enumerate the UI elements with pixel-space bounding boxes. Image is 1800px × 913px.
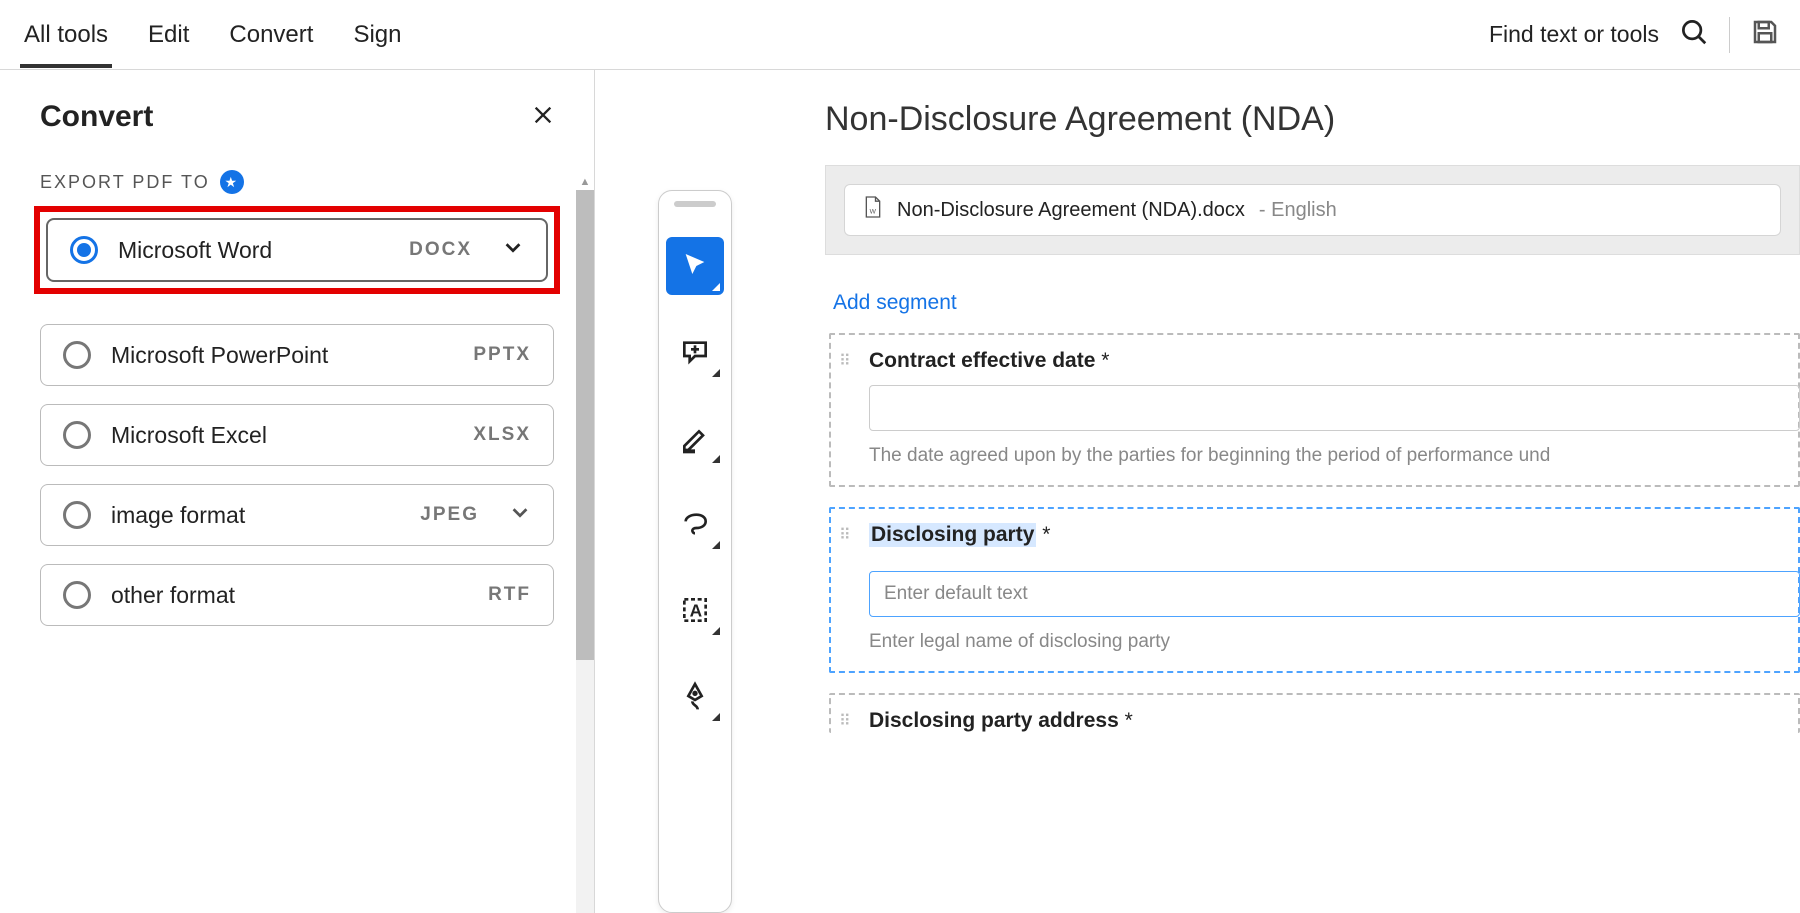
export-option-powerpoint[interactable]: Microsoft PowerPoint PPTX <box>40 324 554 386</box>
lasso-tool-button[interactable] <box>666 495 724 553</box>
export-option-label: Microsoft Excel <box>111 422 453 449</box>
scrollbar-up-arrow-icon[interactable]: ▲ <box>576 174 594 190</box>
panel-scrollbar[interactable]: ▲ <box>576 190 594 913</box>
document-title: Non-Disclosure Agreement (NDA) <box>825 100 1800 139</box>
export-option-label: image format <box>111 502 400 529</box>
cursor-tool-button[interactable] <box>666 237 724 295</box>
chevron-down-icon[interactable] <box>502 236 524 264</box>
radio-unselected-icon <box>63 501 91 529</box>
document-filename: Non-Disclosure Agreement (NDA).docx <box>897 199 1245 222</box>
document-file-bar[interactable]: W Non-Disclosure Agreement (NDA).docx - … <box>844 184 1781 236</box>
export-option-ext: XLSX <box>473 424 531 446</box>
export-option-excel[interactable]: Microsoft Excel XLSX <box>40 404 554 466</box>
radio-unselected-icon <box>63 341 91 369</box>
export-option-ext: PPTX <box>473 344 531 366</box>
segment-contract-effective-date[interactable]: ⠿ Contract effective date * The date agr… <box>829 333 1800 487</box>
comment-tool-button[interactable] <box>666 323 724 381</box>
pen-tool-button[interactable] <box>666 667 724 725</box>
highlight-box: Microsoft Word DOCX <box>34 206 560 294</box>
toolbar-divider <box>1729 17 1730 53</box>
top-toolbar-left: All tools Edit Convert Sign <box>20 5 406 65</box>
drag-grip-icon[interactable]: ⠿ <box>839 711 849 731</box>
segment-disclosing-party[interactable]: ⠿ Disclosing party * Enter default text … <box>829 507 1800 673</box>
chevron-down-icon[interactable] <box>509 501 531 529</box>
find-text-label[interactable]: Find text or tools <box>1489 21 1659 48</box>
vertical-tool-column: A <box>595 70 795 913</box>
document-area: Non-Disclosure Agreement (NDA) W Non-Dis… <box>795 70 1800 913</box>
export-option-list: Microsoft Word DOCX Microsoft PowerPoint… <box>40 212 554 626</box>
segment-label: Contract effective date * <box>869 349 1780 373</box>
word-file-icon: W <box>863 195 883 225</box>
text-select-tool-button[interactable]: A <box>666 581 724 639</box>
export-option-ext: JPEG <box>420 504 479 526</box>
close-icon[interactable] <box>532 104 554 131</box>
document-file-header: W Non-Disclosure Agreement (NDA).docx - … <box>825 165 1800 255</box>
segment-disclosing-party-address[interactable]: ⠿ Disclosing party address * <box>829 693 1800 733</box>
segment-input[interactable] <box>869 385 1800 431</box>
top-toolbar-right: Find text or tools <box>1489 17 1780 53</box>
segment-label: Disclosing party address * <box>869 709 1780 733</box>
export-option-other[interactable]: other format RTF <box>40 564 554 626</box>
export-option-label: Microsoft PowerPoint <box>111 342 453 369</box>
convert-panel-title: Convert <box>40 100 153 134</box>
radio-selected-icon <box>70 236 98 264</box>
export-option-label: other format <box>111 582 468 609</box>
svg-text:W: W <box>870 209 877 216</box>
segment-label: Disclosing party <box>869 523 1036 547</box>
convert-panel: Convert EXPORT PDF TO ★ Microsoft Word D… <box>0 70 595 913</box>
export-option-word[interactable]: Microsoft Word DOCX <box>46 218 548 282</box>
main-layout: Convert EXPORT PDF TO ★ Microsoft Word D… <box>0 70 1800 913</box>
convert-panel-body: EXPORT PDF TO ★ Microsoft Word DOCX Micr… <box>40 170 594 626</box>
radio-unselected-icon <box>63 421 91 449</box>
segment-input[interactable]: Enter default text <box>869 571 1800 617</box>
segment-help-text: The date agreed upon by the parties for … <box>869 445 1780 467</box>
toolbar-tab-convert[interactable]: Convert <box>225 5 317 65</box>
export-option-image[interactable]: image format JPEG <box>40 484 554 546</box>
scrollbar-thumb[interactable] <box>576 190 594 660</box>
export-pdf-to-label: EXPORT PDF TO ★ <box>40 170 554 194</box>
top-toolbar: All tools Edit Convert Sign Find text or… <box>0 0 1800 70</box>
drag-handle-icon[interactable] <box>674 201 716 207</box>
toolbar-tab-sign[interactable]: Sign <box>349 5 405 65</box>
drag-grip-icon[interactable]: ⠿ <box>839 351 849 371</box>
highlight-tool-button[interactable] <box>666 409 724 467</box>
drag-grip-icon[interactable]: ⠿ <box>839 525 849 545</box>
radio-unselected-icon <box>63 581 91 609</box>
export-option-label: Microsoft Word <box>118 237 389 264</box>
add-segment-link[interactable]: Add segment <box>833 291 957 315</box>
export-option-ext: RTF <box>488 584 531 606</box>
premium-star-icon: ★ <box>220 170 244 194</box>
vertical-tool-strip: A <box>658 190 732 913</box>
toolbar-tab-edit[interactable]: Edit <box>144 5 193 65</box>
export-option-ext: DOCX <box>409 239 472 261</box>
document-language: - English <box>1259 199 1337 222</box>
svg-text:A: A <box>690 601 703 621</box>
toolbar-tab-all-tools[interactable]: All tools <box>20 5 112 65</box>
document-body: Add segment ⠿ Contract effective date * … <box>825 255 1800 733</box>
search-icon[interactable] <box>1679 17 1709 52</box>
segment-help-text: Enter legal name of disclosing party <box>869 631 1780 653</box>
save-icon[interactable] <box>1750 17 1780 52</box>
convert-panel-header: Convert <box>40 100 594 134</box>
